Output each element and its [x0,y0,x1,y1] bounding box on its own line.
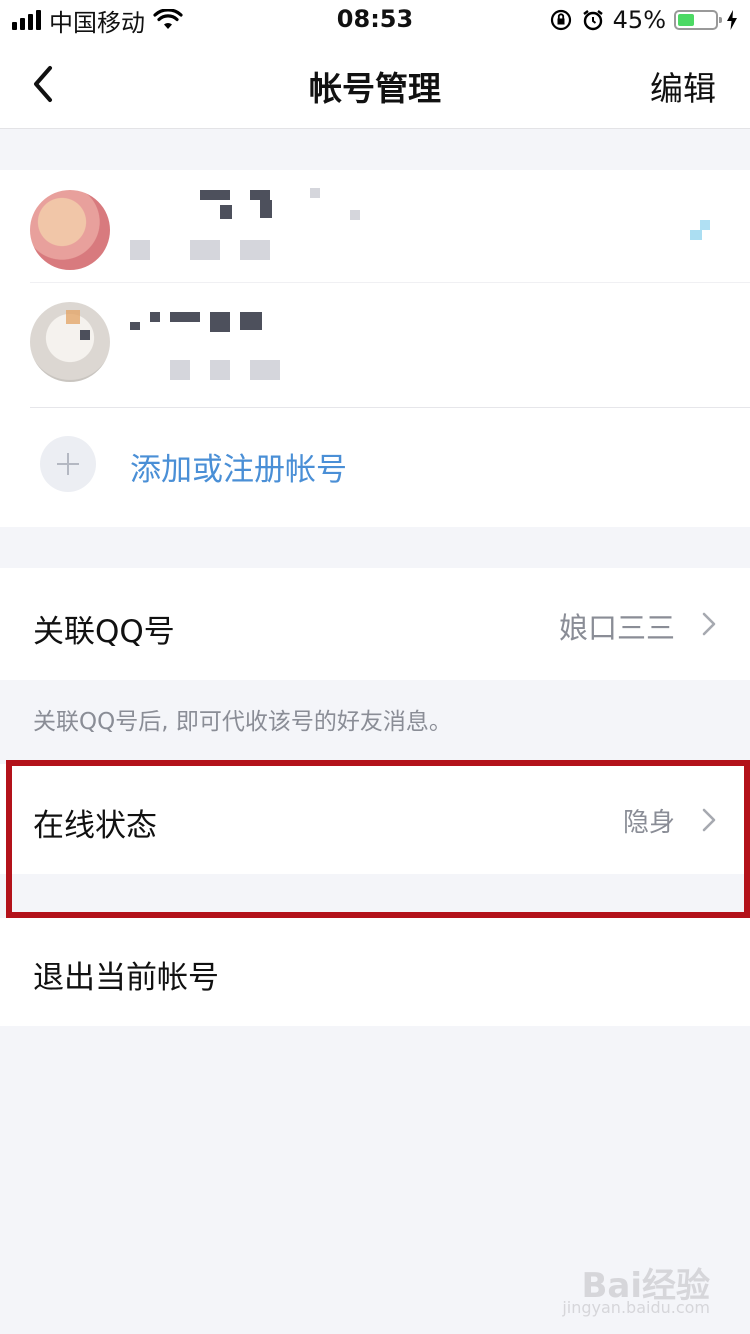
page-title: 帐号管理 [309,69,441,108]
linked-qq-label: 关联QQ号 [33,614,175,650]
linked-qq-value: 娘口三三 [558,611,675,645]
chevron-right-icon [702,612,716,636]
charging-bolt-icon [727,10,737,30]
online-status-value: 隐身 [622,808,675,838]
online-status-row[interactable]: 在线状态 隐身 [0,764,750,874]
online-status-label: 在线状态 [33,808,157,844]
status-right: 45% [549,6,738,34]
add-account-label: 添加或注册帐号 [130,452,347,488]
avatar [30,190,110,270]
linked-qq-row[interactable]: 关联QQ号 娘口三三 [0,568,750,680]
logout-row[interactable]: 退出当前帐号 [0,918,750,1026]
battery-icon [674,10,722,30]
orientation-lock-icon [550,9,571,31]
logout-label: 退出当前帐号 [33,960,219,996]
linked-qq-hint: 关联QQ号后, 即可代收该号的好友消息。 [33,709,452,735]
chevron-right-icon [702,808,716,832]
plus-icon [40,436,96,492]
battery-percent: 45% [612,6,666,34]
accounts-card [0,170,750,527]
edit-button[interactable]: 编辑 [650,62,716,110]
watermark-url: jingyan.baidu.com [562,1298,710,1317]
status-bar: 中国移动 08:53 45% [0,0,750,40]
nav-bar: 帐号管理 编辑 [0,40,750,129]
divider [30,407,750,408]
alarm-icon [582,10,603,31]
battery-fill [678,14,694,26]
